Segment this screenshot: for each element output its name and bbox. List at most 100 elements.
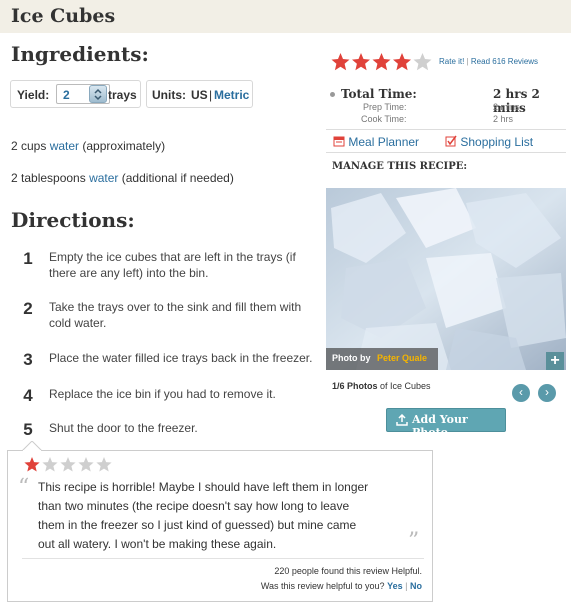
ice-cubes-image <box>326 188 566 370</box>
ingredients-heading: Ingredients: <box>11 42 149 66</box>
ingredient-link[interactable]: water <box>50 139 79 153</box>
yield-input[interactable]: 2 <box>56 84 110 104</box>
step-text: Replace the ice bin if you had to remove… <box>49 387 276 401</box>
meal-planner-button[interactable]: Meal Planner <box>333 135 419 149</box>
yield-stepper[interactable] <box>89 85 107 103</box>
step-line: there are any left) into the bin. <box>49 266 209 280</box>
units-us[interactable]: US <box>191 88 208 102</box>
meal-planner-label: Meal Planner <box>348 135 420 149</box>
checklist-icon <box>445 135 457 147</box>
shopping-list-label: Shopping List <box>460 135 534 149</box>
calendar-icon <box>333 136 345 147</box>
prev-photo-button[interactable]: ‹ <box>512 384 530 402</box>
review-stars <box>23 456 113 479</box>
step-number: 3 <box>23 350 33 369</box>
yield-box: Yield: 2 trays <box>10 80 141 108</box>
step-number: 2 <box>23 299 33 318</box>
ingredient-item: 2 cups water (approximately) <box>11 139 165 153</box>
title-bar: Ice Cubes <box>0 0 571 33</box>
review-line: This recipe is horrible! Maybe I should … <box>38 480 369 494</box>
ingredient-note: (approximately) <box>82 139 166 153</box>
next-photo-button[interactable]: › <box>538 384 556 402</box>
star-filled-icon <box>393 53 411 71</box>
divider <box>326 152 566 153</box>
star-empty-icon <box>78 457 94 472</box>
units-label: Units: <box>152 88 186 102</box>
helpful-question-row: Was this review helpful to you? Yes | No <box>261 581 422 591</box>
cook-time-label: Cook Time: <box>361 114 407 124</box>
yield-label: Yield: <box>17 88 50 102</box>
units-metric-link[interactable]: Metric <box>214 88 249 102</box>
ingredient-qty: 2 tablespoons <box>11 171 86 185</box>
total-time-label: Total Time: <box>341 87 417 101</box>
review-text: This recipe is horrible! Maybe I should … <box>38 478 418 554</box>
rating-stars[interactable] <box>330 52 434 77</box>
helpful-count: 220 people found this review Helpful. <box>274 566 422 576</box>
star-filled-icon <box>372 53 391 71</box>
bullet-icon <box>330 92 335 97</box>
manage-recipe-heading: MANAGE THIS RECIPE: <box>332 161 468 172</box>
callout-pointer-icon <box>22 441 42 451</box>
star-filled-icon <box>352 53 370 71</box>
step-number: 4 <box>23 386 33 405</box>
star-rating-icon <box>331 53 432 71</box>
add-your-photo-label: Add Your Photo <box>412 413 468 439</box>
step-number: 5 <box>23 420 33 439</box>
ingredient-note: (additional if needed) <box>121 171 234 185</box>
yield-value: 2 <box>63 88 70 102</box>
read-reviews-link[interactable]: Read 616 Reviews <box>471 57 538 66</box>
step-line: Empty the ice cubes that are left in the… <box>49 250 296 264</box>
ingredient-item: 2 tablespoons water (additional if neede… <box>11 171 234 185</box>
recipe-photo[interactable]: Photo by Peter Quale + <box>326 188 566 370</box>
ingredient-qty: 2 cups <box>11 139 47 153</box>
cook-time-value: 2 hrs <box>493 114 514 124</box>
close-quote-icon: ” <box>408 529 420 554</box>
review-line: than two minutes (the recipe doesn't say… <box>38 499 350 513</box>
rating-links: Rate it! | Read 616 Reviews <box>439 57 538 66</box>
helpful-no-link[interactable]: No <box>410 581 422 591</box>
star-filled-icon <box>24 457 40 472</box>
rating-separator: | <box>466 57 469 66</box>
helpful-separator: | <box>405 581 408 591</box>
step-number: 1 <box>23 249 33 268</box>
prep-time-label: Prep Time: <box>363 102 407 112</box>
divider <box>22 558 424 559</box>
stepper-arrows-icon <box>94 88 102 101</box>
review-line: them in the freezer so I just kind of gu… <box>38 518 357 532</box>
star-empty-icon <box>413 53 432 71</box>
photo-counter-count: 1/6 Photos <box>332 381 378 391</box>
photo-counter: 1/6 Photos of Ice Cubes <box>332 381 431 391</box>
photo-counter-suffix: of Ice Cubes <box>380 381 431 391</box>
shopping-list-button[interactable]: Shopping List <box>445 135 533 149</box>
units-box: Units: US | Metric <box>146 80 253 108</box>
directions-heading: Directions: <box>11 208 135 232</box>
step-text: Take the trays over to the sink and fill… <box>49 299 324 331</box>
add-your-photo-button[interactable]: Add Your Photo <box>386 408 506 439</box>
ingredient-link[interactable]: water <box>89 171 118 185</box>
open-quote-icon: “ <box>18 475 30 500</box>
rate-it-link[interactable]: Rate it! <box>439 57 464 66</box>
step-text: Empty the ice cubes that are left in the… <box>49 249 324 281</box>
review-card: “ This recipe is horrible! Maybe I shoul… <box>7 441 433 602</box>
prep-time-value: 2 mins <box>493 102 520 112</box>
photo-credit-name[interactable]: Peter Quale <box>377 353 427 363</box>
units-separator: | <box>209 88 213 102</box>
upload-icon <box>396 414 408 426</box>
review-line: out all watery. I won't be making these … <box>38 537 277 551</box>
add-photo-plus-button[interactable]: + <box>546 352 564 370</box>
step-text: Shut the door to the freezer. <box>49 421 198 435</box>
page-title: Ice Cubes <box>11 5 116 27</box>
helpful-question: Was this review helpful to you? <box>260 581 385 591</box>
step-line: Take the trays over to the sink and fill… <box>49 300 302 314</box>
helpful-yes-link[interactable]: Yes <box>387 581 403 591</box>
star-empty-icon <box>96 457 112 472</box>
star-filled-icon <box>331 53 350 71</box>
step-line: cold water. <box>49 316 107 330</box>
photo-credit: Photo by Peter Quale <box>326 348 438 370</box>
step-text: Place the water filled ice trays back in… <box>49 351 313 365</box>
star-empty-icon <box>60 457 76 472</box>
yield-unit: trays <box>108 88 137 102</box>
divider <box>326 129 566 130</box>
star-empty-icon <box>42 457 58 472</box>
review-star-rating-icon <box>24 457 112 472</box>
